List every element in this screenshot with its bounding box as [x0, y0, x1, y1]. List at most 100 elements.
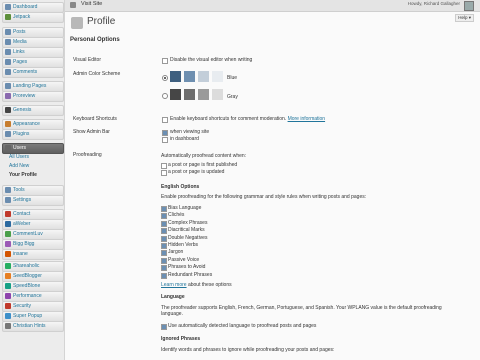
- comments-icon: [5, 69, 11, 75]
- rule-checkbox[interactable]: [161, 228, 167, 235]
- sidebar-item-label: Performance: [13, 293, 42, 299]
- color-swatch: [184, 71, 195, 82]
- sidebar-item-label: Bigg Bigg: [13, 241, 35, 247]
- pages-icon: [5, 59, 11, 65]
- rule-checkbox[interactable]: [161, 257, 167, 264]
- sidebar-item-label: Christian Hints: [13, 323, 46, 329]
- sidebar-item-plugins[interactable]: Plugins: [2, 129, 64, 140]
- security-icon: [5, 303, 11, 309]
- bigg-icon: [5, 241, 11, 247]
- personal-options-heading: Personal Options: [70, 37, 120, 43]
- proofreading-auto-text: Automatically proofread content when:: [161, 153, 247, 159]
- users-submenu-add-new[interactable]: Add New: [9, 163, 29, 169]
- avatar[interactable]: [464, 1, 474, 11]
- rule-checkbox[interactable]: [161, 243, 167, 249]
- sidebar-item-label: insane: [13, 251, 28, 257]
- color-scheme-label: Admin Color Scheme: [73, 71, 121, 77]
- sidebar-item-label: CommentLuv: [13, 231, 43, 237]
- sidebar-item-label: Shareaholic: [13, 263, 40, 269]
- rule-checkbox[interactable]: [161, 272, 167, 279]
- sidebar-item-label: Security: [13, 303, 32, 309]
- color-swatch: [198, 71, 209, 82]
- sidebar-item-label: Appearance: [13, 121, 40, 127]
- admin-topbar: Visit Site Howdy, Richard Gallagher: [65, 0, 480, 12]
- color-swatch: [184, 89, 195, 100]
- sidebar-item-settings[interactable]: Settings: [2, 195, 64, 206]
- sidebar-item-christian-hints[interactable]: Christian Hints: [2, 321, 64, 332]
- sidebar-item-jetpack[interactable]: Jetpack: [2, 12, 64, 23]
- sidebar-item-label: Media: [13, 39, 27, 45]
- rule-label: Clichés: [168, 212, 185, 219]
- appearance-icon: [5, 121, 11, 127]
- rule-checkbox[interactable]: [161, 220, 167, 227]
- rule-label: Diacritical Marks: [168, 227, 205, 234]
- ignored-phrases-heading: Ignored Phrases: [161, 336, 201, 342]
- speedblone-icon: [5, 283, 11, 289]
- users-submenu-all-users[interactable]: All Users: [9, 154, 29, 160]
- sidebar-item-label: Links: [13, 49, 25, 55]
- admin-bar-site-option: when viewing site: [170, 129, 210, 135]
- sidebar-item-label: Landing Pages: [13, 83, 47, 89]
- sidebar-item-insane[interactable]: insane: [2, 249, 64, 260]
- color-scheme-blue-label: Blue: [227, 75, 238, 81]
- rule-label: Bias Language: [168, 205, 202, 211]
- auto-proofread-option: a post or page is first published: [168, 162, 238, 168]
- help-button[interactable]: Help ▾: [455, 14, 474, 22]
- more-information-link[interactable]: More information: [288, 116, 326, 122]
- visual-editor-option: Disable the visual editor when writing: [170, 57, 253, 63]
- rule-checkbox[interactable]: [161, 235, 167, 242]
- users-submenu-your-profile[interactable]: Your Profile: [9, 172, 37, 178]
- sidebar-item-label: Plugins: [13, 131, 30, 137]
- performance-icon: [5, 293, 11, 299]
- rule-checkbox[interactable]: [161, 206, 167, 212]
- commentluv-icon: [5, 231, 11, 237]
- home-icon[interactable]: [70, 2, 76, 8]
- keyboard-shortcuts-option: Enable keyboard shortcuts for comment mo…: [170, 116, 325, 122]
- language-checkbox[interactable]: [161, 324, 167, 330]
- sidebar-item-genesis[interactable]: Genesis: [2, 105, 64, 116]
- sidebar-item-label: SeedBlogger: [13, 273, 42, 279]
- sidebar-item-users[interactable]: Users: [2, 143, 64, 154]
- rule-checkbox[interactable]: [161, 265, 167, 272]
- rule-checkbox[interactable]: [161, 213, 167, 220]
- sidebar-item-label: Jetpack: [13, 14, 31, 20]
- auto-proofread-checkbox[interactable]: [161, 170, 167, 176]
- sidebar-item-comments[interactable]: Comments: [2, 67, 64, 78]
- rule-label: Phrases to Avoid: [168, 264, 206, 271]
- profile-main: Profile Help ▾ Personal Options Visual E…: [65, 12, 480, 360]
- seedblogger-icon: [5, 273, 11, 279]
- super-popup-icon: [5, 313, 11, 319]
- language-option: Use automatically detected language to p…: [168, 323, 317, 329]
- visual-editor-checkbox[interactable]: [162, 58, 168, 64]
- learn-more-link[interactable]: Learn more: [161, 282, 187, 288]
- user-greeting[interactable]: Howdy, Richard Gallagher: [408, 1, 460, 6]
- sidebar-item-label: SpeedBlone: [13, 283, 41, 289]
- plugins-icon: [5, 131, 11, 137]
- settings-icon: [5, 197, 11, 203]
- sidebar-item-label: Comments: [13, 69, 38, 75]
- visit-site-link[interactable]: Visit Site: [81, 1, 102, 7]
- language-heading: Language: [161, 294, 185, 300]
- admin-sidebar: Dashboard Jetpack Posts Media Links Pages Comm…: [0, 0, 65, 360]
- color-swatch: [198, 89, 209, 100]
- admin-bar-site-checkbox[interactable]: [162, 130, 168, 136]
- color-swatch: [170, 89, 181, 100]
- insane-icon: [5, 251, 11, 257]
- color-scheme-gray-radio[interactable]: [162, 93, 168, 99]
- rule-label: Double Negatives: [168, 234, 208, 241]
- auto-proofread-checkbox[interactable]: [161, 163, 167, 169]
- language-text: The proofreader supports English, French…: [161, 305, 442, 317]
- color-swatch: [212, 89, 223, 100]
- proofreading-label: Proofreading: [73, 152, 102, 158]
- rule-checkbox[interactable]: [161, 250, 167, 257]
- sidebar-item-label: Posts: [13, 29, 26, 35]
- sidebar-item-label: aWeber: [13, 221, 31, 227]
- sidebar-item-proreview[interactable]: Proreview: [2, 91, 64, 102]
- color-scheme-blue-radio[interactable]: [162, 75, 168, 81]
- admin-bar-dashboard-checkbox[interactable]: [162, 137, 168, 143]
- aweber-icon: [5, 221, 11, 227]
- tools-icon: [5, 187, 11, 193]
- rule-label: Redundant Phrases: [168, 271, 213, 278]
- keyboard-shortcuts-checkbox[interactable]: [162, 117, 168, 123]
- sidebar-item-label: Proreview: [13, 93, 36, 99]
